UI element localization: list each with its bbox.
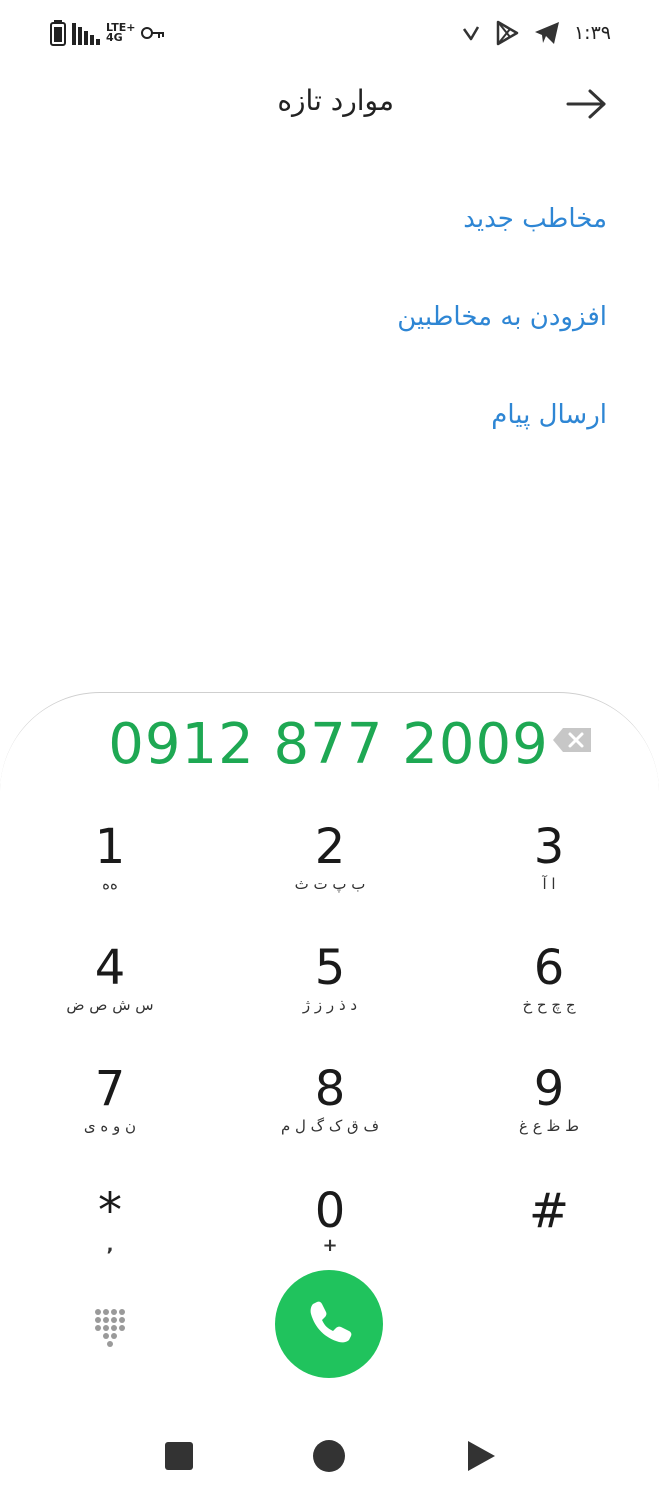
key-8[interactable]: 8 ف ق ک گ ل م [255,1064,405,1164]
key-letters: ج چ ح خ [522,996,576,1014]
play-store-icon [496,20,519,46]
dialed-number-text: 0912 877 2009 [108,712,549,777]
battery-icon [50,20,66,46]
key-letters: ن و ه ی [83,1117,137,1135]
key-digit: 8 [314,1061,346,1117]
key-letters: , [106,1235,114,1256]
key-digit: 9 [533,1061,565,1117]
status-left: LTE+ 4G [50,20,165,46]
status-bar: LTE+ 4G ۱:۳۹ [0,0,659,70]
key-1[interactable]: 1 ﻩﻩ [35,822,185,922]
key-6[interactable]: 6 ج چ ح خ [474,943,624,1043]
key-letters: ب پ ت ث [294,875,366,893]
key-digit: 1 [94,819,126,875]
page-title: موارد تازه [277,84,394,117]
key-4[interactable]: 4 س ش ص ض [35,943,185,1043]
backspace-icon [553,728,591,752]
signal-icon [72,23,100,45]
key-3[interactable]: 3 ا آ [474,822,624,922]
key-7[interactable]: 7 ن و ه ی [35,1064,185,1164]
key-digit: * [98,1183,122,1239]
header: موارد تازه [0,72,659,136]
network-sub-label: 4G [106,31,123,44]
home-circle-icon [313,1440,345,1472]
back-triangle-icon [468,1441,495,1471]
back-button[interactable] [562,82,610,126]
call-button[interactable] [275,1270,383,1378]
recents-square-icon [165,1442,193,1470]
dialpad-icon [95,1309,125,1347]
key-digit: 5 [314,940,346,996]
key-letters: ط ظ ع غ [519,1117,579,1135]
key-digit: 2 [314,819,346,875]
backspace-button[interactable] [551,726,593,754]
key-digit: 7 [94,1061,126,1117]
status-time: ۱:۳۹ [573,22,611,44]
key-5[interactable]: 5 د ذ ر ز ژ [255,943,405,1043]
key-letters: ف ق ک گ ل م [280,1117,380,1135]
add-to-contacts-link[interactable]: افزودن به مخاطبین [397,302,607,332]
key-digit: # [528,1183,570,1239]
phone-icon [310,1301,352,1343]
arrow-right-icon [566,89,606,119]
key-letters: ﻩﻩ [102,875,118,893]
key-9[interactable]: 9 ط ظ ع غ [474,1064,624,1164]
new-contact-link[interactable]: مخاطب جدید [463,204,607,234]
key-letters: س ش ص ض [66,996,154,1014]
home-button[interactable] [309,1436,349,1476]
nav-back-button[interactable] [460,1436,500,1476]
key-letters: ا آ [542,875,556,893]
key-letters: + [322,1235,338,1256]
key-digit: 3 [533,819,565,875]
key-2[interactable]: 2 ب پ ت ث [255,822,405,922]
key-digit: 6 [533,940,565,996]
network-type: LTE+ 4G [106,22,135,44]
telegram-icon [534,22,559,44]
status-right: ۱:۳۹ [462,20,611,46]
recents-button[interactable] [159,1436,199,1476]
key-digit: 0 [314,1183,346,1239]
key-digit: 4 [94,940,126,996]
key-hash[interactable]: # [474,1186,624,1286]
keypad-toggle-button[interactable] [94,1308,128,1348]
vpn-key-icon [141,27,165,39]
send-message-link[interactable]: ارسال پیام [491,400,607,430]
key-letters: د ذ ر ز ژ [302,996,358,1014]
key-star[interactable]: * , [35,1186,185,1286]
notification-icon [462,26,480,41]
